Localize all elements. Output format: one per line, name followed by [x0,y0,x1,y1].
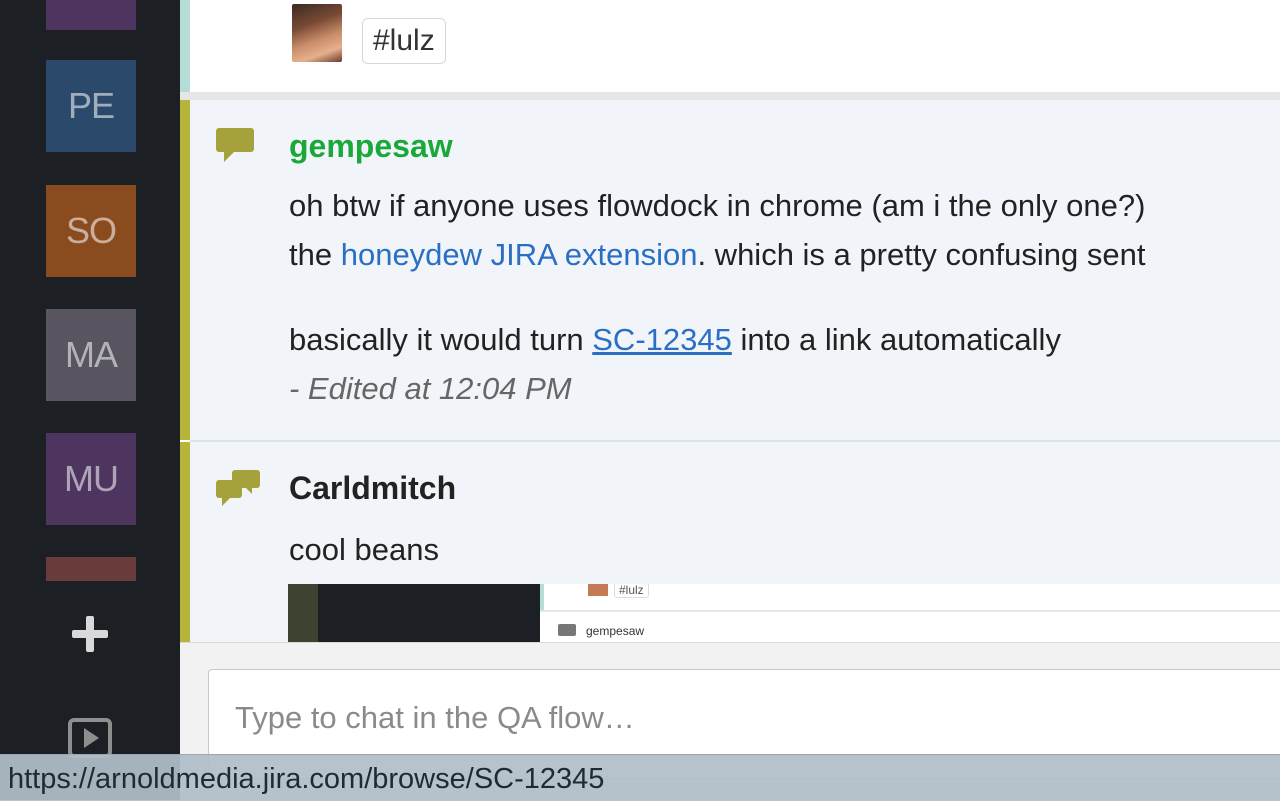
text-fragment: basically it would turn [289,322,593,357]
flow-tile-label: MA [65,334,118,375]
flow-tile-pe[interactable]: PE [46,60,136,152]
play-icon [68,718,112,758]
flow-sidebar: PE SO MA MU [0,0,180,800]
preview-avatar [588,584,608,596]
thread-color-bar [180,100,190,440]
preview-tag: #lulz [614,584,649,598]
text-fragment: . which is a pretty confusing sent [697,237,1146,272]
image-preview[interactable]: #lulz gempesaw [288,584,1280,642]
flow-tile-label: MU [64,458,119,499]
honeydew-extension-link[interactable]: honeydew JIRA extension [341,237,698,272]
preview-sidebar [288,584,540,642]
text-fragment: the [289,237,341,272]
message-text-line: cool beans [289,532,439,567]
preview-divider [540,610,1280,612]
edited-timestamp: - Edited at 12:04 PM [289,371,572,406]
flow-tile-ma[interactable]: MA [46,309,136,401]
flow-tile-label: SO [65,210,117,251]
speech-bubbles-icon[interactable] [216,470,262,508]
status-url: https://arnoldmedia.jira.com/browse/SC-1… [8,763,605,795]
preview-thread-bar [540,584,544,612]
text-fragment: into a link automatically [731,322,1061,357]
message-author[interactable]: Carldmitch [289,470,456,507]
speech-bubble-icon[interactable] [216,128,256,164]
preview-author: gempesaw [586,624,645,638]
tag-chip[interactable]: #lulz [362,18,446,64]
message-text-line: oh btw if anyone uses flowdock in chrome… [289,188,1146,223]
divider [180,92,1280,100]
message-author[interactable]: gempesaw [289,128,453,165]
flow-tile-partial-bottom[interactable] [46,557,136,581]
thread-color-bar [180,0,190,92]
chat-message: Carldmitch cool beans #lulz gempesaw [180,442,1280,642]
plus-icon [72,616,108,652]
chat-main: #lulz gempesaw oh btw if anyone uses flo… [180,0,1280,800]
thread-color-bar [180,442,190,642]
chat-message: gempesaw oh btw if anyone uses flowdock … [180,100,1280,440]
tag-label: #lulz [373,24,435,57]
flow-tile-label: PE [67,85,115,126]
preview-chat-icon [558,624,576,636]
jira-issue-link[interactable]: SC-12345 [592,322,732,357]
avatar [292,4,342,62]
flow-tile-so[interactable]: SO [46,185,136,277]
message-text-line: the honeydew JIRA extension. which is a … [289,237,1145,273]
link-status-bar: https://arnoldmedia.jira.com/browse/SC-1… [0,754,1280,801]
message-text-line: basically it would turn SC-12345 into a … [289,322,1061,358]
preview-tile [288,584,318,642]
add-flow-button[interactable] [68,612,112,656]
flow-tile-partial-top[interactable] [46,0,136,30]
flow-tile-mu[interactable]: MU [46,433,136,525]
message-previous: #lulz [180,0,1280,92]
